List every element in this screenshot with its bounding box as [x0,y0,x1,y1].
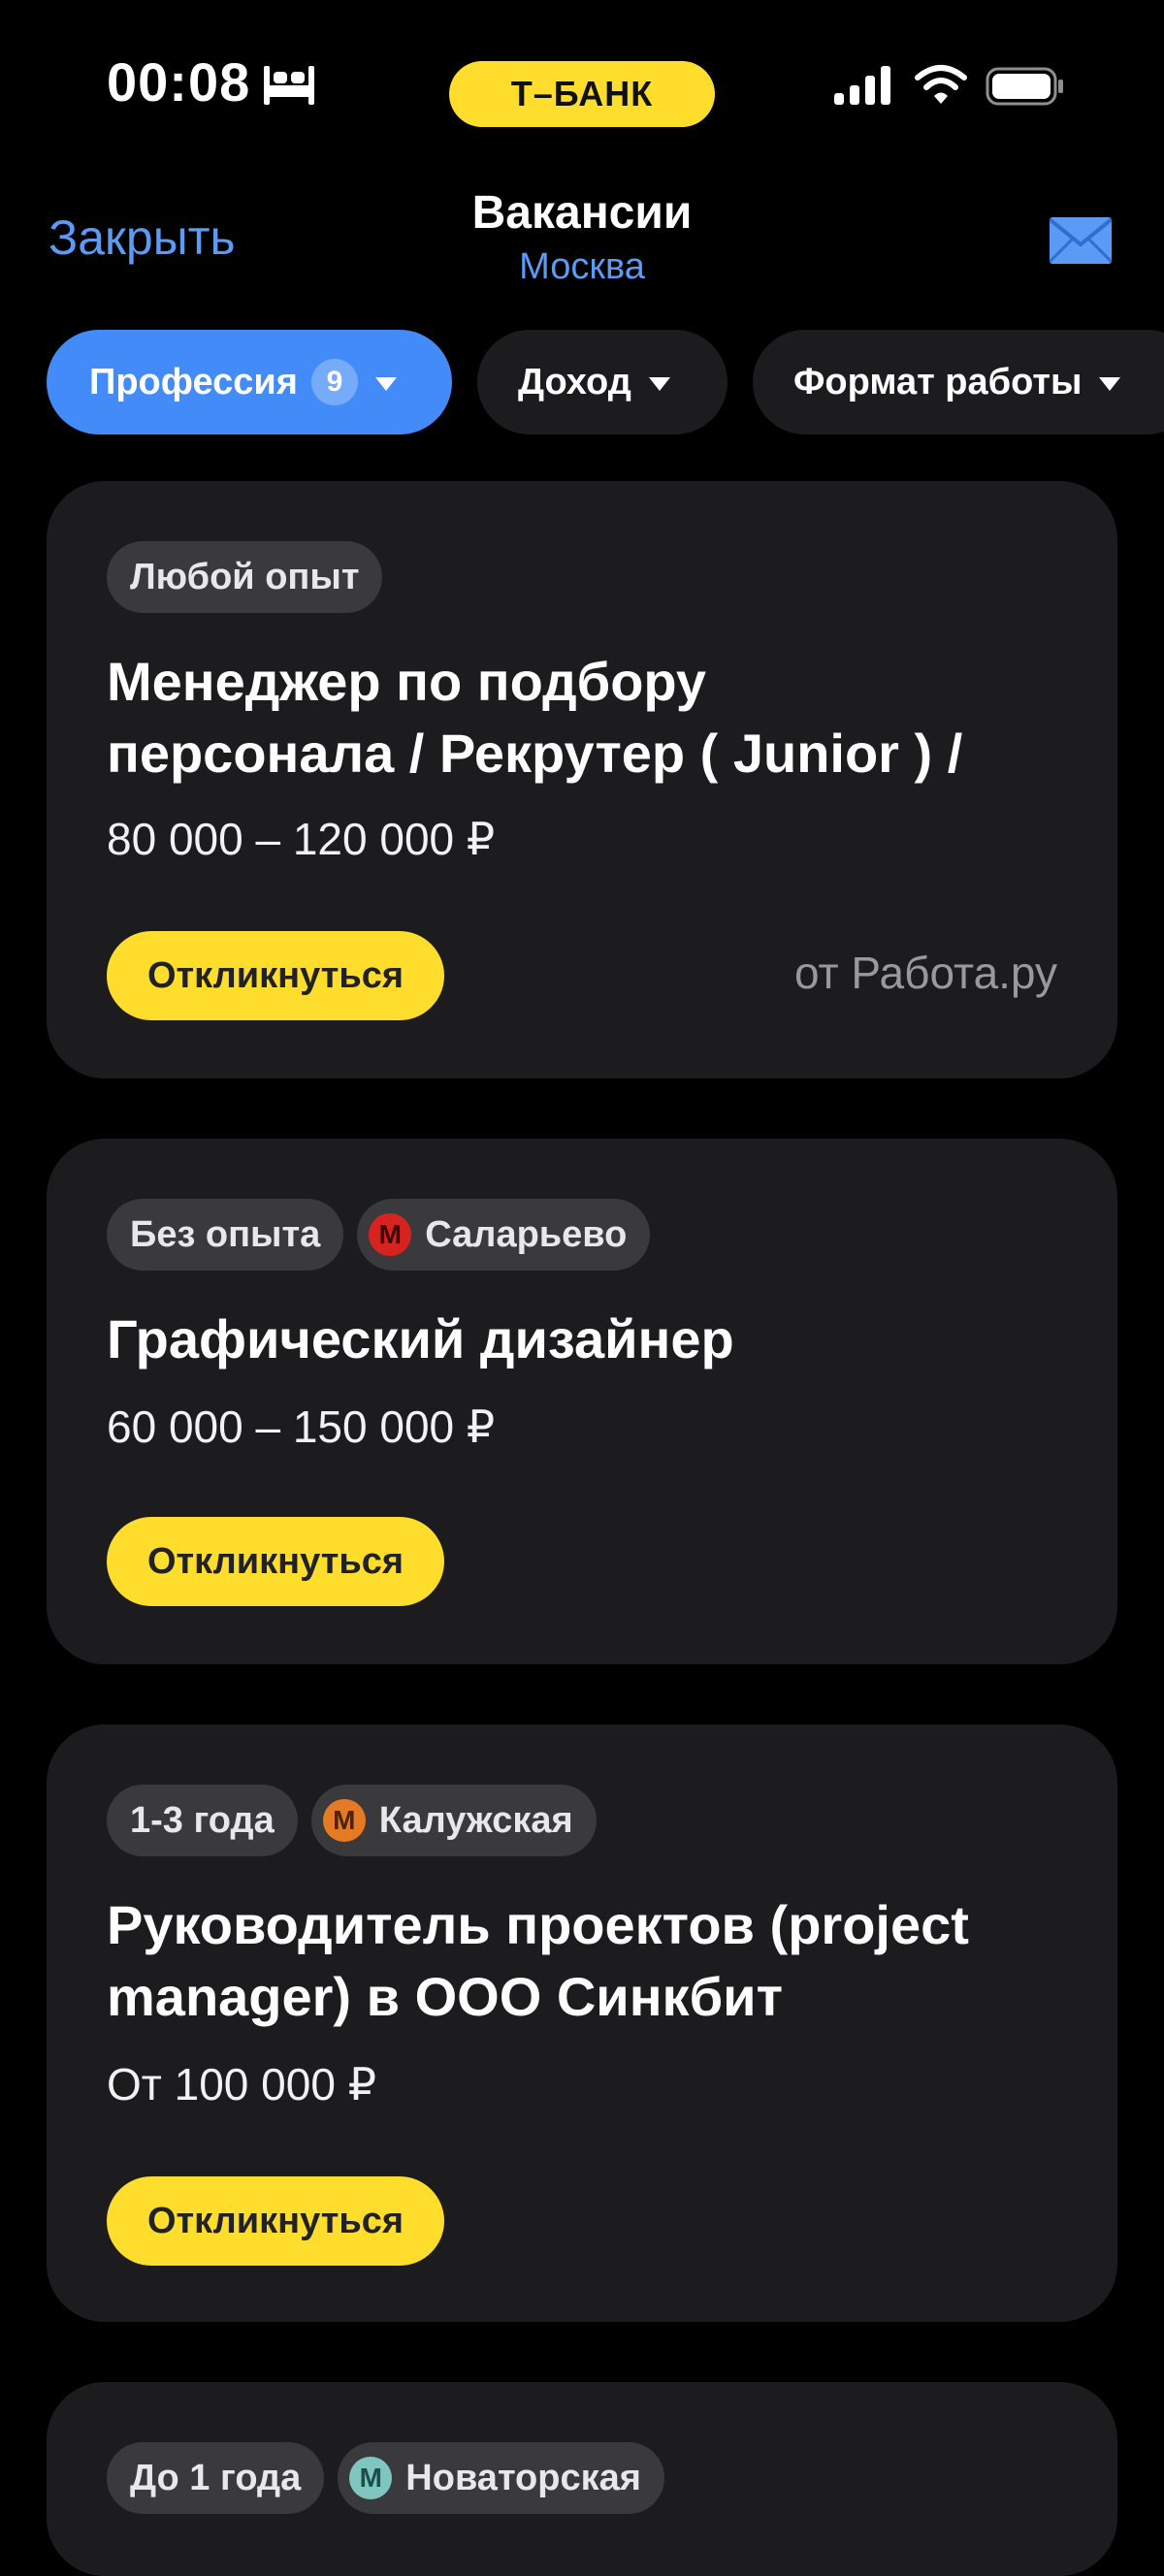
vacancy-card[interactable]: 1-3 года М Калужская Руководитель проект… [47,1724,1117,2322]
vacancy-source: от Работа.ру [793,948,1057,998]
metro-icon: М [349,2457,393,2499]
experience-tag: Любой опыт [107,541,383,613]
caret-down-icon [648,377,670,391]
vacancy-salary: 60 000 – 150 000 ₽ [107,1401,496,1452]
filter-work-format[interactable]: Формат работы [753,330,1164,435]
vacancy-tags: 1-3 года М Калужская [107,1785,597,1856]
vacancy-title: Руководитель проектов (project manager) … [107,1889,1110,2033]
metro-tag: М Калужская [310,1785,597,1856]
close-button[interactable]: Закрыть [48,209,236,266]
status-bar: 00:08 Т–БАНК [0,0,1164,175]
battery-icon [986,67,1063,106]
metro-station: Саларьево [425,1213,628,1255]
title-fade [984,646,1110,789]
vacancy-tags: Без опыта М Саларьево [107,1199,651,1271]
experience-tag: Без опыта [107,1199,344,1271]
wifi-icon [915,65,967,104]
filter-label: Формат работы [793,361,1083,402]
metro-station: Калужская [378,1799,573,1841]
vacancy-tags: Любой опыт [107,541,383,613]
caret-down-icon [374,377,397,391]
vacancy-card[interactable]: До 1 года М Новаторская [47,2382,1117,2576]
apply-button[interactable]: Откликнуться [107,2176,444,2266]
status-time: 00:08 [107,51,251,113]
filter-label: Профессия [89,361,298,402]
vacancy-title: Менеджер по подбору персонала / Рекрутер… [107,646,1110,789]
vacancy-card[interactable]: Без опыта М Саларьево Графический дизайн… [47,1139,1117,1664]
filter-income[interactable]: Доход [477,330,728,435]
vacancy-title-line: Руководитель проектов (project [107,1894,969,1955]
filter-profession[interactable]: Профессия 9 [47,330,452,435]
bed-icon [264,66,314,105]
metro-tag: М Саларьево [357,1199,651,1271]
apply-button[interactable]: Откликнуться [107,931,444,1020]
experience-tag: 1-3 года [107,1785,298,1856]
city-selector[interactable]: Москва [388,246,776,288]
filter-count-badge: 9 [310,359,358,405]
caret-down-icon [1099,377,1121,391]
vacancy-title-line: Графический дизайнер [107,1308,734,1369]
vacancy-title-line: Менеджер по подбору [107,651,707,712]
apply-button[interactable]: Откликнуться [107,1517,444,1606]
vacancy-salary: От 100 000 ₽ [107,2059,376,2109]
metro-tag: М Новаторская [338,2442,664,2514]
page-title: Вакансии [471,187,693,239]
vacancy-card[interactable]: Любой опыт Менеджер по подбору персонала… [47,481,1117,1079]
metro-icon: М [369,1213,412,1256]
mail-icon[interactable] [1050,217,1112,264]
vacancy-title-line: manager) в ООО Синкбит [107,1966,784,2027]
vacancy-title-line: персонала / Рекрутер ( Junior ) / [107,723,963,784]
metro-station: Новаторская [405,2457,641,2498]
experience-tag: До 1 года [107,2442,325,2514]
metro-icon: М [322,1799,366,1842]
signal-icon [834,66,890,105]
vacancy-tags: До 1 года М Новаторская [107,2442,664,2514]
vacancy-title: Графический дизайнер [107,1304,1110,1375]
bank-indicator-pill[interactable]: Т–БАНК [449,61,715,127]
filter-label: Доход [518,361,631,402]
vacancy-salary: 80 000 – 120 000 ₽ [107,814,496,864]
